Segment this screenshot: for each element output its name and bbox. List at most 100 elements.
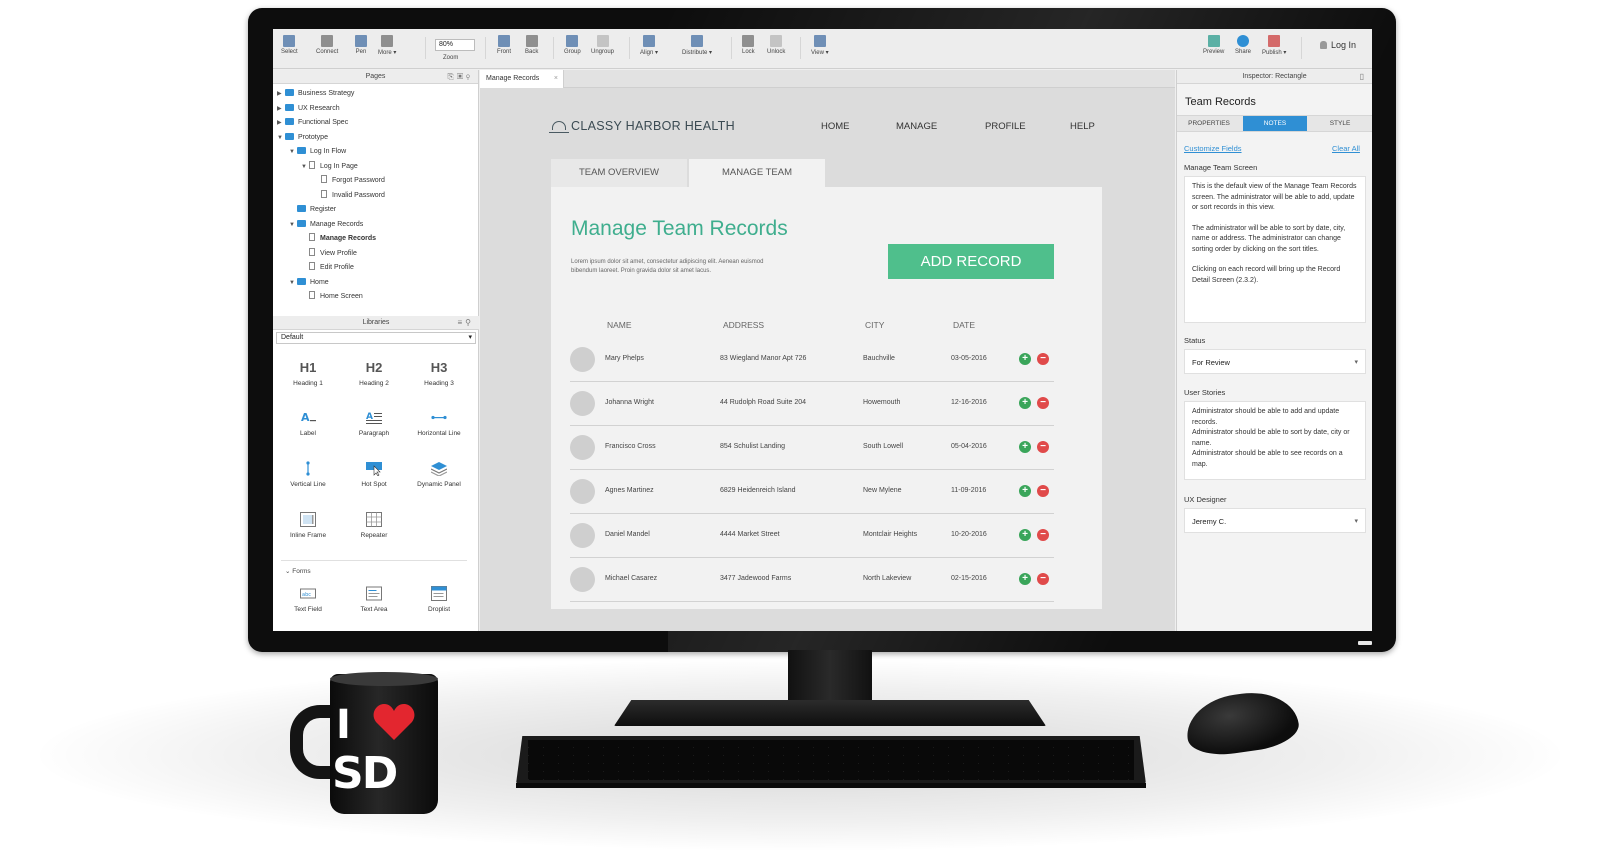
add-folder-icon[interactable]: ▣: [457, 72, 466, 81]
collapse-icon[interactable]: ▼: [289, 276, 297, 291]
lock-button[interactable]: Lock: [742, 35, 755, 55]
table-row[interactable]: Agnes Martinez 6829 Heidenreich Island New…: [570, 470, 1054, 514]
table-row[interactable]: Michael Casarez 3477 Jadewood Farms North …: [570, 558, 1054, 602]
nav-home[interactable]: HOME: [821, 121, 850, 132]
send-back-button[interactable]: Back: [525, 35, 538, 55]
bring-front-button[interactable]: Front: [497, 35, 511, 55]
login-button[interactable]: Log In: [1319, 40, 1356, 50]
tree-item[interactable]: ▼ Log In Page: [273, 160, 478, 175]
table-row[interactable]: Johanna Wright 44 Rudolph Road Suite 204 H…: [570, 382, 1054, 426]
select-tool[interactable]: Select: [281, 35, 298, 55]
widget-repeater[interactable]: Repeater: [341, 512, 407, 539]
table-row[interactable]: Daniel Mandel 4444 Market Street Montclair…: [570, 514, 1054, 558]
column-header-date[interactable]: DATE: [953, 320, 975, 330]
widget-text-area[interactable]: Text Area: [341, 586, 407, 613]
distribute-button[interactable]: Distribute ▾: [682, 35, 712, 56]
nav-manage[interactable]: MANAGE: [896, 121, 937, 132]
tree-item[interactable]: Forgot Password: [273, 174, 478, 189]
tree-item[interactable]: ▼ Log In Flow: [273, 145, 478, 160]
tree-item[interactable]: Register: [273, 203, 478, 218]
add-icon[interactable]: +: [1019, 485, 1031, 497]
tree-item[interactable]: ▼ Home: [273, 276, 478, 291]
library-select[interactable]: Default: [276, 332, 476, 344]
view-button[interactable]: View ▾: [811, 35, 829, 56]
column-header-name[interactable]: NAME: [607, 320, 632, 330]
add-icon[interactable]: +: [1019, 397, 1031, 409]
collapse-icon[interactable]: ▼: [289, 218, 297, 233]
add-page-icon[interactable]: ⎘: [448, 72, 457, 81]
tab-style[interactable]: STYLE: [1308, 116, 1372, 131]
widget-vertical-line[interactable]: Vertical Line: [275, 461, 341, 488]
widget-text-field[interactable]: abc Text Field: [275, 586, 341, 613]
tree-item[interactable]: Edit Profile: [273, 261, 478, 276]
tree-item[interactable]: Invalid Password: [273, 189, 478, 204]
tab-manage-team[interactable]: MANAGE TEAM: [689, 159, 825, 187]
add-icon[interactable]: +: [1019, 353, 1031, 365]
widget-heading-3[interactable]: H3 Heading 3: [406, 360, 472, 387]
tree-item[interactable]: ▼ Manage Records: [273, 218, 478, 233]
nav-help[interactable]: HELP: [1070, 121, 1095, 132]
tree-item[interactable]: ▼ Prototype: [273, 131, 478, 146]
widget-heading-1[interactable]: H1 Heading 1: [275, 360, 341, 387]
widget-dynamic-panel[interactable]: Dynamic Panel: [406, 461, 472, 488]
search-icon[interactable]: ⚲: [465, 318, 474, 327]
add-icon[interactable]: +: [1019, 529, 1031, 541]
remove-icon[interactable]: −: [1037, 441, 1049, 453]
tree-item[interactable]: ▶ UX Research: [273, 102, 478, 117]
column-header-city[interactable]: CITY: [865, 320, 884, 330]
share-button[interactable]: Share: [1235, 35, 1251, 55]
collapse-icon[interactable]: ▼: [289, 145, 297, 160]
status-select[interactable]: For Review: [1184, 349, 1366, 375]
column-header-address[interactable]: ADDRESS: [723, 320, 764, 330]
expand-icon[interactable]: ▶: [277, 102, 285, 117]
tree-item[interactable]: Manage Records: [273, 232, 478, 247]
add-icon[interactable]: +: [1019, 573, 1031, 585]
remove-icon[interactable]: −: [1037, 485, 1049, 497]
tab-notes[interactable]: NOTES: [1243, 116, 1307, 131]
widget-label[interactable]: A Label: [275, 410, 341, 437]
notes-textarea[interactable]: This is the default view of the Manage T…: [1184, 176, 1366, 323]
tree-item[interactable]: ▶ Functional Spec: [273, 116, 478, 131]
tree-item[interactable]: ▶ Business Strategy: [273, 87, 478, 102]
publish-button[interactable]: Publish ▾: [1262, 35, 1286, 56]
table-row[interactable]: Francisco Cross 854 Schulist Landing South…: [570, 426, 1054, 470]
align-button[interactable]: Align ▾: [640, 35, 658, 56]
design-canvas[interactable]: CLASSY HARBOR HEALTH HOME MANAGE PROFILE…: [480, 88, 1175, 631]
widget-paragraph[interactable]: A Paragraph: [341, 410, 407, 437]
page-notes-icon[interactable]: ▯: [1360, 72, 1367, 81]
widget-heading-2[interactable]: H2 Heading 2: [341, 360, 407, 387]
more-tool[interactable]: More ▾: [378, 35, 396, 56]
ux-designer-select[interactable]: Jeremy C.: [1184, 508, 1366, 534]
tree-item[interactable]: View Profile: [273, 247, 478, 262]
clear-all-link[interactable]: Clear All: [1332, 144, 1360, 153]
group-button[interactable]: Group: [564, 35, 581, 55]
widget-inline-frame[interactable]: Inline Frame: [275, 512, 341, 539]
user-stories-textarea[interactable]: Administrator should be able to add and …: [1184, 401, 1366, 480]
connect-tool[interactable]: Connect: [316, 35, 338, 55]
search-icon[interactable]: ⚲: [466, 72, 473, 81]
close-icon[interactable]: ×: [554, 70, 558, 88]
widget-hot-spot[interactable]: Hot Spot: [341, 461, 407, 488]
customize-fields-link[interactable]: Customize Fields: [1184, 144, 1242, 153]
nav-profile[interactable]: PROFILE: [985, 121, 1026, 132]
tree-item[interactable]: Home Screen: [273, 290, 478, 305]
tab-team-overview[interactable]: TEAM OVERVIEW: [551, 159, 687, 187]
ungroup-button[interactable]: Ungroup: [591, 35, 614, 55]
remove-icon[interactable]: −: [1037, 397, 1049, 409]
add-record-button[interactable]: ADD RECORD: [888, 244, 1054, 279]
collapse-icon[interactable]: ▼: [277, 131, 285, 146]
add-icon[interactable]: +: [1019, 441, 1031, 453]
preview-button[interactable]: Preview: [1203, 35, 1224, 55]
expand-icon[interactable]: ▶: [277, 87, 285, 102]
collapse-icon[interactable]: ▼: [301, 160, 309, 175]
pen-tool[interactable]: Pen: [355, 35, 367, 55]
table-row[interactable]: Mary Phelps 83 Wiegland Manor Apt 726 Bauc…: [570, 338, 1054, 382]
unlock-button[interactable]: Unlock: [767, 35, 785, 55]
tab-properties[interactable]: PROPERTIES: [1177, 116, 1241, 131]
remove-icon[interactable]: −: [1037, 573, 1049, 585]
document-tab-manage-records[interactable]: Manage Records ×: [480, 70, 564, 88]
zoom-select[interactable]: 80%: [435, 39, 475, 51]
widget-droplist[interactable]: Droplist: [406, 586, 472, 613]
remove-icon[interactable]: −: [1037, 529, 1049, 541]
menu-icon[interactable]: ≡: [457, 318, 465, 327]
